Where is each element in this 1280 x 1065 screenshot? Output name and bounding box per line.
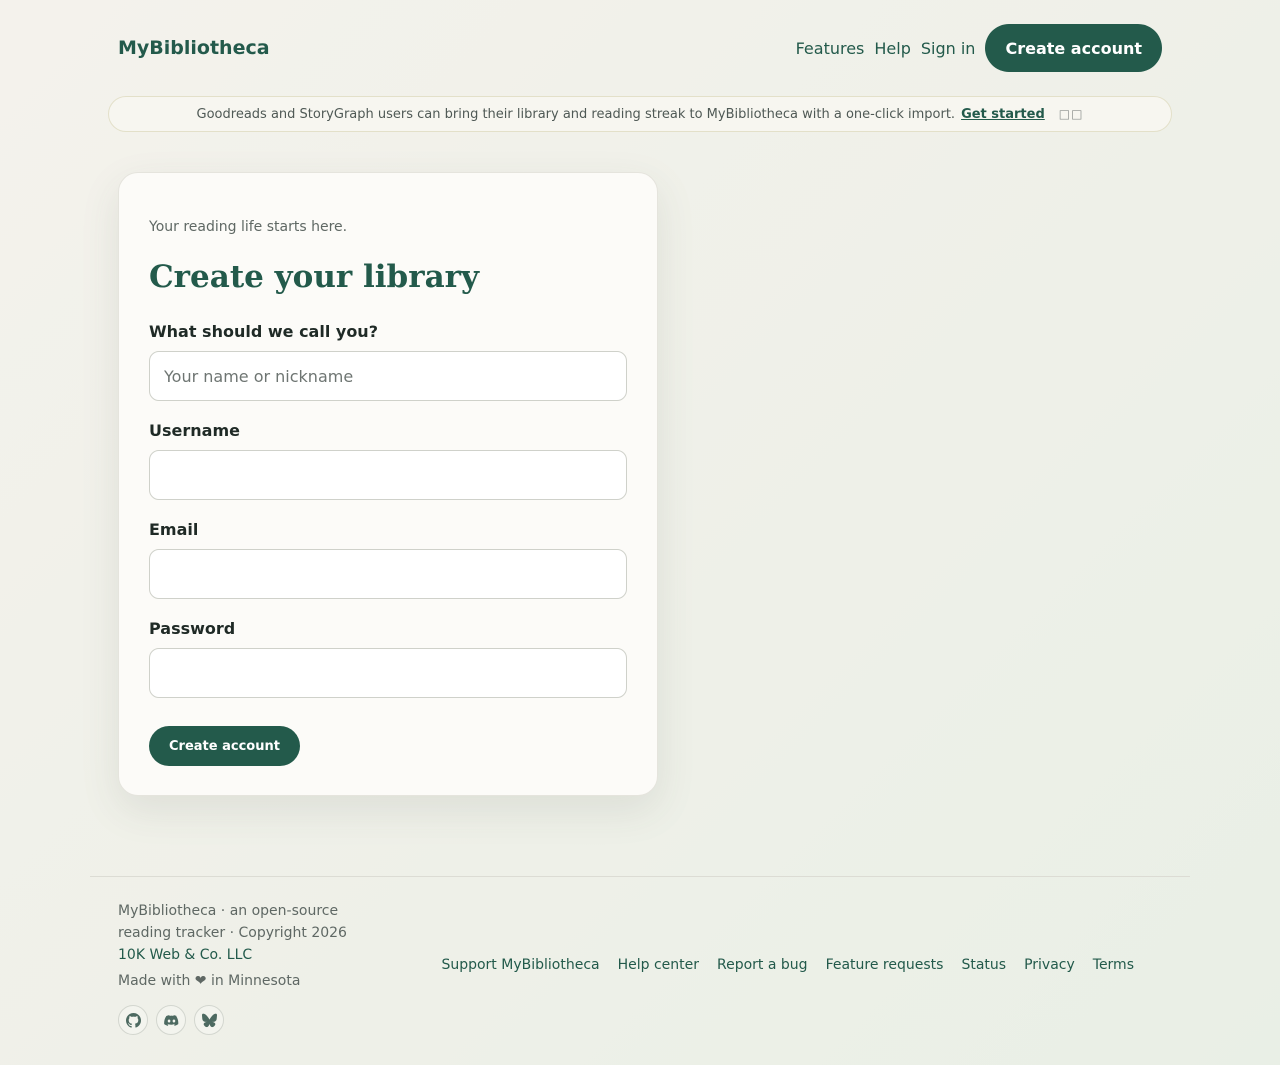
github-icon[interactable] [118, 1005, 148, 1035]
username-input[interactable] [149, 450, 627, 500]
footer-link-feature-requests[interactable]: Feature requests [826, 957, 944, 973]
email-label: Email [149, 520, 199, 539]
import-banner: Goodreads and StoryGraph users can bring… [108, 96, 1172, 132]
banner-dismiss-icon[interactable]: □□ [1059, 107, 1084, 121]
footer-made-with: Made with ❤ in Minnesota [118, 973, 301, 989]
bluesky-icon[interactable] [194, 1005, 224, 1035]
card-eyebrow: Your reading life starts here. [149, 219, 348, 235]
footer-links: Support MyBibliotheca Help center Report… [441, 957, 1134, 973]
footer-link-help-center[interactable]: Help center [618, 957, 699, 973]
banner-text: Goodreads and StoryGraph users can bring… [196, 106, 956, 122]
page-title: Create your library [149, 259, 479, 295]
footer-link-support[interactable]: Support MyBibliotheca [441, 957, 599, 973]
site-header: MyBibliotheca Features Help Sign in Crea… [118, 24, 1162, 72]
signup-card: Your reading life starts here. Create yo… [118, 172, 658, 796]
brand-logo[interactable]: MyBibliotheca [118, 37, 270, 59]
social-links [118, 1005, 224, 1035]
nav-sign-in-link[interactable]: Sign in [921, 39, 976, 58]
footer-link-status[interactable]: Status [961, 957, 1006, 973]
password-input[interactable] [149, 648, 627, 698]
banner-get-started-link[interactable]: Get started [961, 107, 1045, 122]
header-create-account-button[interactable]: Create account [985, 24, 1162, 72]
footer-link-privacy[interactable]: Privacy [1024, 957, 1075, 973]
discord-icon[interactable] [156, 1005, 186, 1035]
footer-copyright: MyBibliotheca · an open-source reading t… [118, 903, 347, 941]
password-label: Password [149, 619, 236, 638]
nav-help-link[interactable]: Help [874, 39, 910, 58]
footer-divider [90, 876, 1190, 877]
username-label: Username [149, 421, 240, 440]
footer-company-link[interactable]: 10K Web & Co. LLC [118, 944, 368, 966]
nav-features-link[interactable]: Features [796, 39, 865, 58]
email-input[interactable] [149, 549, 627, 599]
name-input[interactable] [149, 351, 627, 401]
footer-link-terms[interactable]: Terms [1093, 957, 1134, 973]
footer-info: MyBibliotheca · an open-source reading t… [118, 900, 368, 992]
create-account-submit-button[interactable]: Create account [149, 726, 300, 766]
main-nav: Features Help Sign in Create account [796, 24, 1162, 72]
name-label: What should we call you? [149, 322, 378, 341]
footer-link-report-bug[interactable]: Report a bug [717, 957, 808, 973]
